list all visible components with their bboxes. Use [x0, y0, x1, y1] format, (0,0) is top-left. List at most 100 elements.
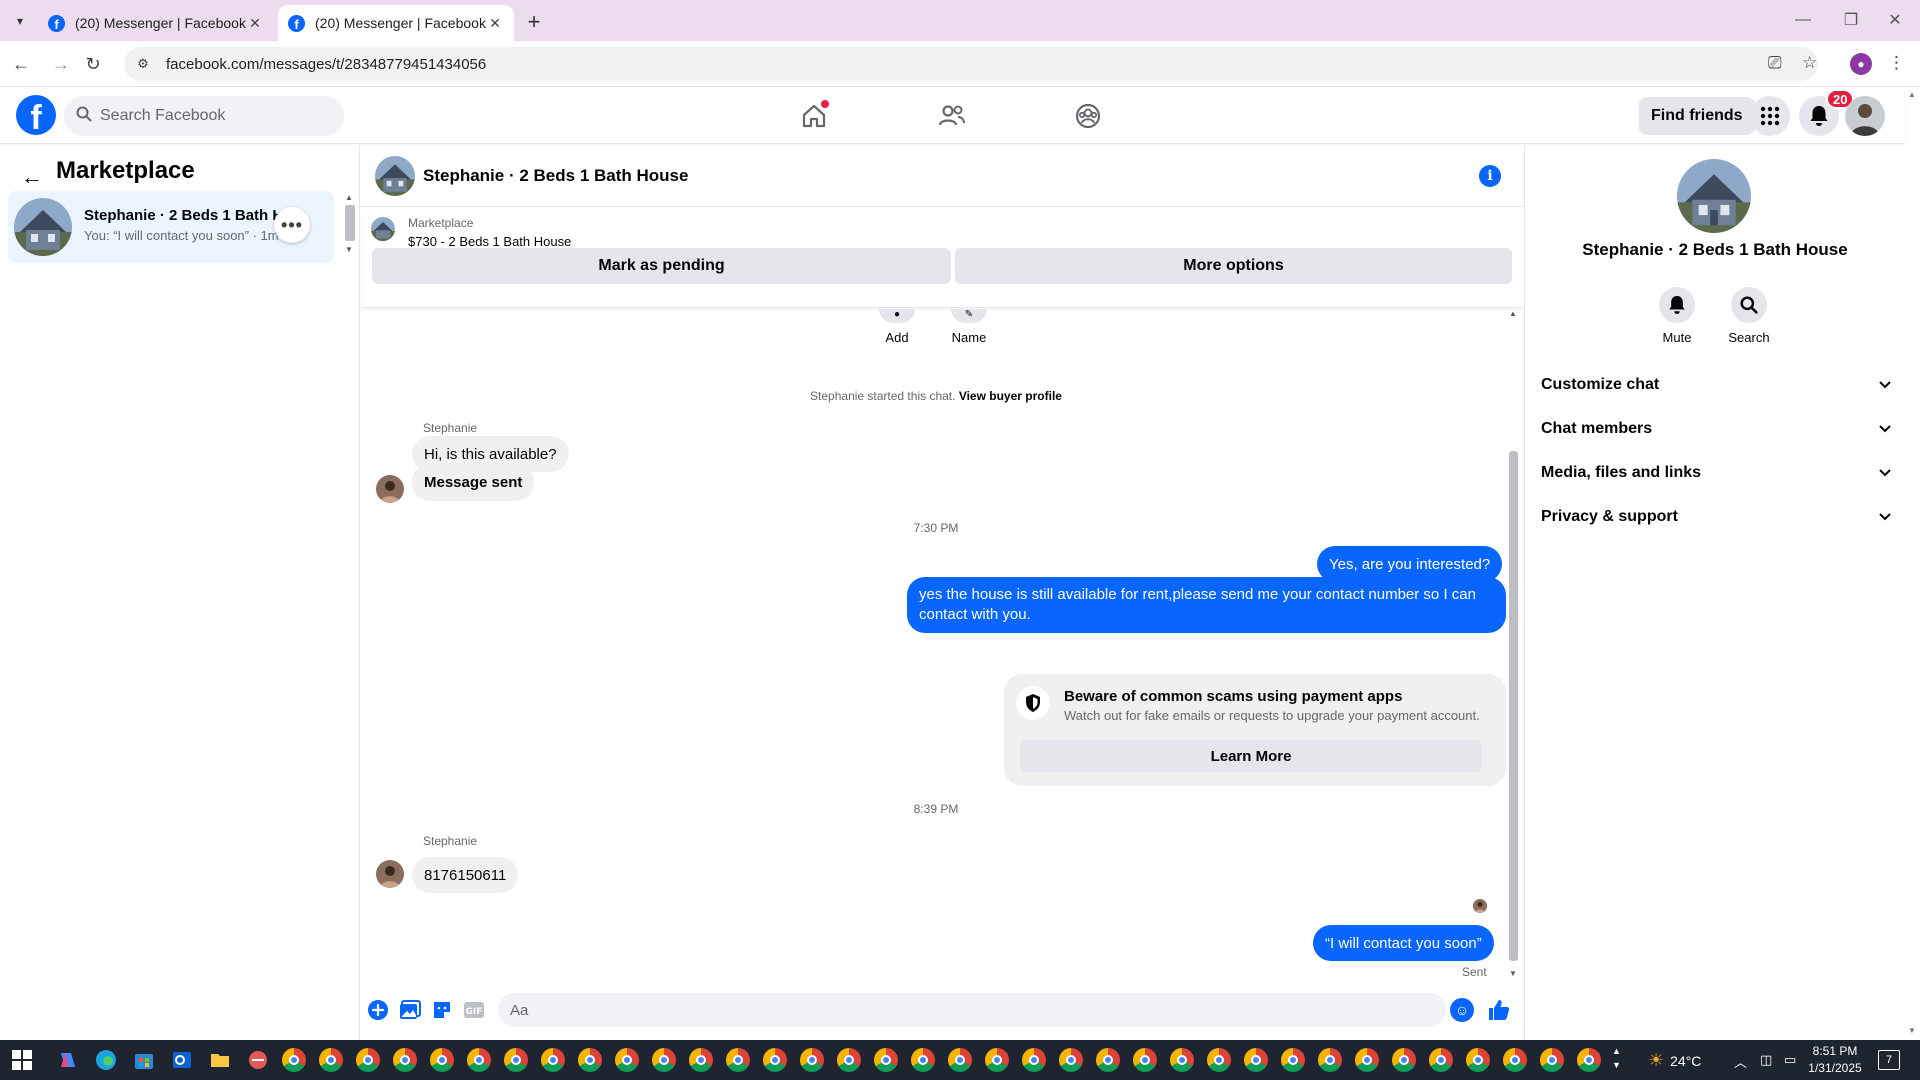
chrome-icon[interactable]: [504, 1048, 528, 1072]
chat-scrollbar[interactable]: ▲ ▼: [1506, 309, 1520, 979]
tray-chevron-icon[interactable]: ︿: [1734, 1052, 1747, 1071]
account-avatar[interactable]: [1845, 96, 1885, 136]
scroll-thumb[interactable]: [345, 205, 355, 241]
plus-circle-icon[interactable]: [366, 998, 390, 1022]
chrome-icon[interactable]: [1318, 1048, 1342, 1072]
browser-tab-2[interactable]: f (20) Messenger | Facebook ✕: [278, 5, 514, 41]
facebook-search-box[interactable]: [64, 96, 344, 136]
back-arrow-icon[interactable]: ←: [8, 51, 34, 77]
url-omnibox[interactable]: ⚙ facebook.com/messages/t/28348779451434…: [124, 47, 1818, 81]
chat-members-section[interactable]: Chat members: [1541, 411, 1891, 447]
name-chat-action[interactable]: ✎ Name: [939, 309, 999, 345]
minimize-icon[interactable]: —: [1788, 8, 1818, 32]
browser-tab-1[interactable]: f (20) Messenger | Facebook ✕: [38, 5, 274, 41]
scroll-down-icon[interactable]: ▼: [1509, 969, 1517, 978]
weather-widget[interactable]: ☀ 24°C: [1648, 1050, 1701, 1071]
tab-search-icon[interactable]: ▾: [8, 9, 32, 33]
chrome-icon[interactable]: [1429, 1048, 1453, 1072]
scroll-down-icon[interactable]: ▼: [1908, 1026, 1916, 1035]
chrome-icon[interactable]: [689, 1048, 713, 1072]
scroll-thumb[interactable]: [1509, 451, 1518, 961]
site-settings-icon[interactable]: ⚙: [134, 55, 152, 73]
privacy-support-section[interactable]: Privacy & support: [1541, 499, 1891, 535]
house-avatar[interactable]: [375, 156, 415, 196]
chrome-icon[interactable]: [652, 1048, 676, 1072]
chrome-icon[interactable]: [1540, 1048, 1564, 1072]
chrome-icon[interactable]: [356, 1048, 380, 1072]
reload-icon[interactable]: ↻: [80, 51, 106, 77]
chrome-icon[interactable]: [911, 1048, 935, 1072]
window-close-icon[interactable]: ✕: [1880, 8, 1910, 32]
meet-now-icon[interactable]: ◫: [1760, 1052, 1772, 1068]
chrome-icon[interactable]: [319, 1048, 343, 1072]
outgoing-message[interactable]: “I will contact you soon”: [1313, 925, 1494, 961]
chrome-icon[interactable]: [430, 1048, 454, 1072]
chrome-icon[interactable]: [1503, 1048, 1527, 1072]
back-arrow-icon[interactable]: ←: [18, 163, 46, 191]
emoji-icon[interactable]: ☺: [1450, 998, 1474, 1022]
search-in-chat-action[interactable]: Search: [1719, 287, 1779, 345]
info-icon[interactable]: i: [1479, 165, 1501, 187]
chrome-icon[interactable]: [837, 1048, 861, 1072]
chrome-icon[interactable]: [578, 1048, 602, 1072]
customize-chat-section[interactable]: Customize chat: [1541, 367, 1891, 403]
scroll-down-icon[interactable]: ▼: [345, 245, 353, 254]
chrome-icon[interactable]: [800, 1048, 824, 1072]
chrome-icon[interactable]: [948, 1048, 972, 1072]
outgoing-message[interactable]: yes the house is still available for ren…: [907, 577, 1506, 633]
incoming-message[interactable]: Message sent: [412, 463, 535, 501]
forward-arrow-icon[interactable]: →: [48, 51, 74, 77]
stephanie-avatar[interactable]: [376, 860, 404, 888]
scroll-up-icon[interactable]: ▲: [1908, 90, 1916, 99]
chrome-icon[interactable]: [282, 1048, 306, 1072]
restore-icon[interactable]: ❐: [1836, 8, 1866, 32]
photo-icon[interactable]: [398, 998, 422, 1022]
stephanie-avatar[interactable]: [376, 475, 404, 503]
new-tab-plus-icon[interactable]: +: [520, 8, 548, 36]
action-center-icon[interactable]: 7: [1878, 1050, 1900, 1070]
sticker-icon[interactable]: [430, 998, 454, 1022]
view-buyer-profile-link[interactable]: View buyer profile: [959, 389, 1062, 403]
media-files-links-section[interactable]: Media, files and links: [1541, 455, 1891, 491]
chrome-icon[interactable]: [1059, 1048, 1083, 1072]
chrome-icon[interactable]: [541, 1048, 565, 1072]
scroll-up-icon[interactable]: ▲: [345, 193, 353, 202]
groups-icon[interactable]: [1068, 96, 1108, 136]
close-tab-icon[interactable]: ✕: [486, 14, 504, 32]
sidebar-scrollbar[interactable]: ▲ ▼: [344, 193, 356, 254]
install-app-icon[interactable]: ⎚: [1768, 53, 1782, 73]
more-options-button[interactable]: More options: [955, 248, 1512, 284]
edge-icon[interactable]: [94, 1048, 118, 1072]
search-input[interactable]: [100, 107, 320, 125]
taskbar-overflow-icon[interactable]: ▲ ▼: [1612, 1044, 1621, 1072]
chrome-icon[interactable]: [1392, 1048, 1416, 1072]
chrome-icon[interactable]: [1244, 1048, 1268, 1072]
chrome-icon[interactable]: [1096, 1048, 1120, 1072]
facebook-logo-icon[interactable]: f: [16, 95, 56, 135]
snipping-tool-icon[interactable]: [246, 1048, 270, 1072]
gif-icon[interactable]: GIF: [462, 998, 486, 1022]
chrome-icon[interactable]: [1022, 1048, 1046, 1072]
add-people-action[interactable]: ● Add: [867, 309, 927, 345]
friends-icon[interactable]: [932, 96, 972, 136]
chrome-icon[interactable]: [393, 1048, 417, 1072]
chrome-icon[interactable]: [1466, 1048, 1490, 1072]
taskbar-clock[interactable]: 8:51 PM 1/31/2025: [1790, 1043, 1880, 1077]
chrome-icon[interactable]: [1170, 1048, 1194, 1072]
bookmark-star-icon[interactable]: ☆: [1802, 53, 1817, 73]
browser-menu-icon[interactable]: ⋮: [1888, 53, 1905, 73]
message-input-box[interactable]: [498, 993, 1446, 1027]
store-icon[interactable]: [132, 1048, 156, 1072]
scroll-up-icon[interactable]: ▲: [1509, 309, 1517, 318]
chat-title[interactable]: Stephanie · 2 Beds 1 Bath House: [423, 166, 688, 186]
windows-start-icon[interactable]: [10, 1048, 34, 1072]
chrome-icon[interactable]: [467, 1048, 491, 1072]
chrome-icon[interactable]: [615, 1048, 639, 1072]
chrome-icon[interactable]: [763, 1048, 787, 1072]
house-avatar[interactable]: [1677, 159, 1751, 233]
file-explorer-icon[interactable]: [208, 1048, 232, 1072]
copilot-icon[interactable]: [56, 1048, 80, 1072]
mark-as-pending-button[interactable]: Mark as pending: [372, 248, 951, 284]
browser-profile-icon[interactable]: ●: [1850, 53, 1872, 75]
mute-action[interactable]: Mute: [1647, 287, 1707, 345]
